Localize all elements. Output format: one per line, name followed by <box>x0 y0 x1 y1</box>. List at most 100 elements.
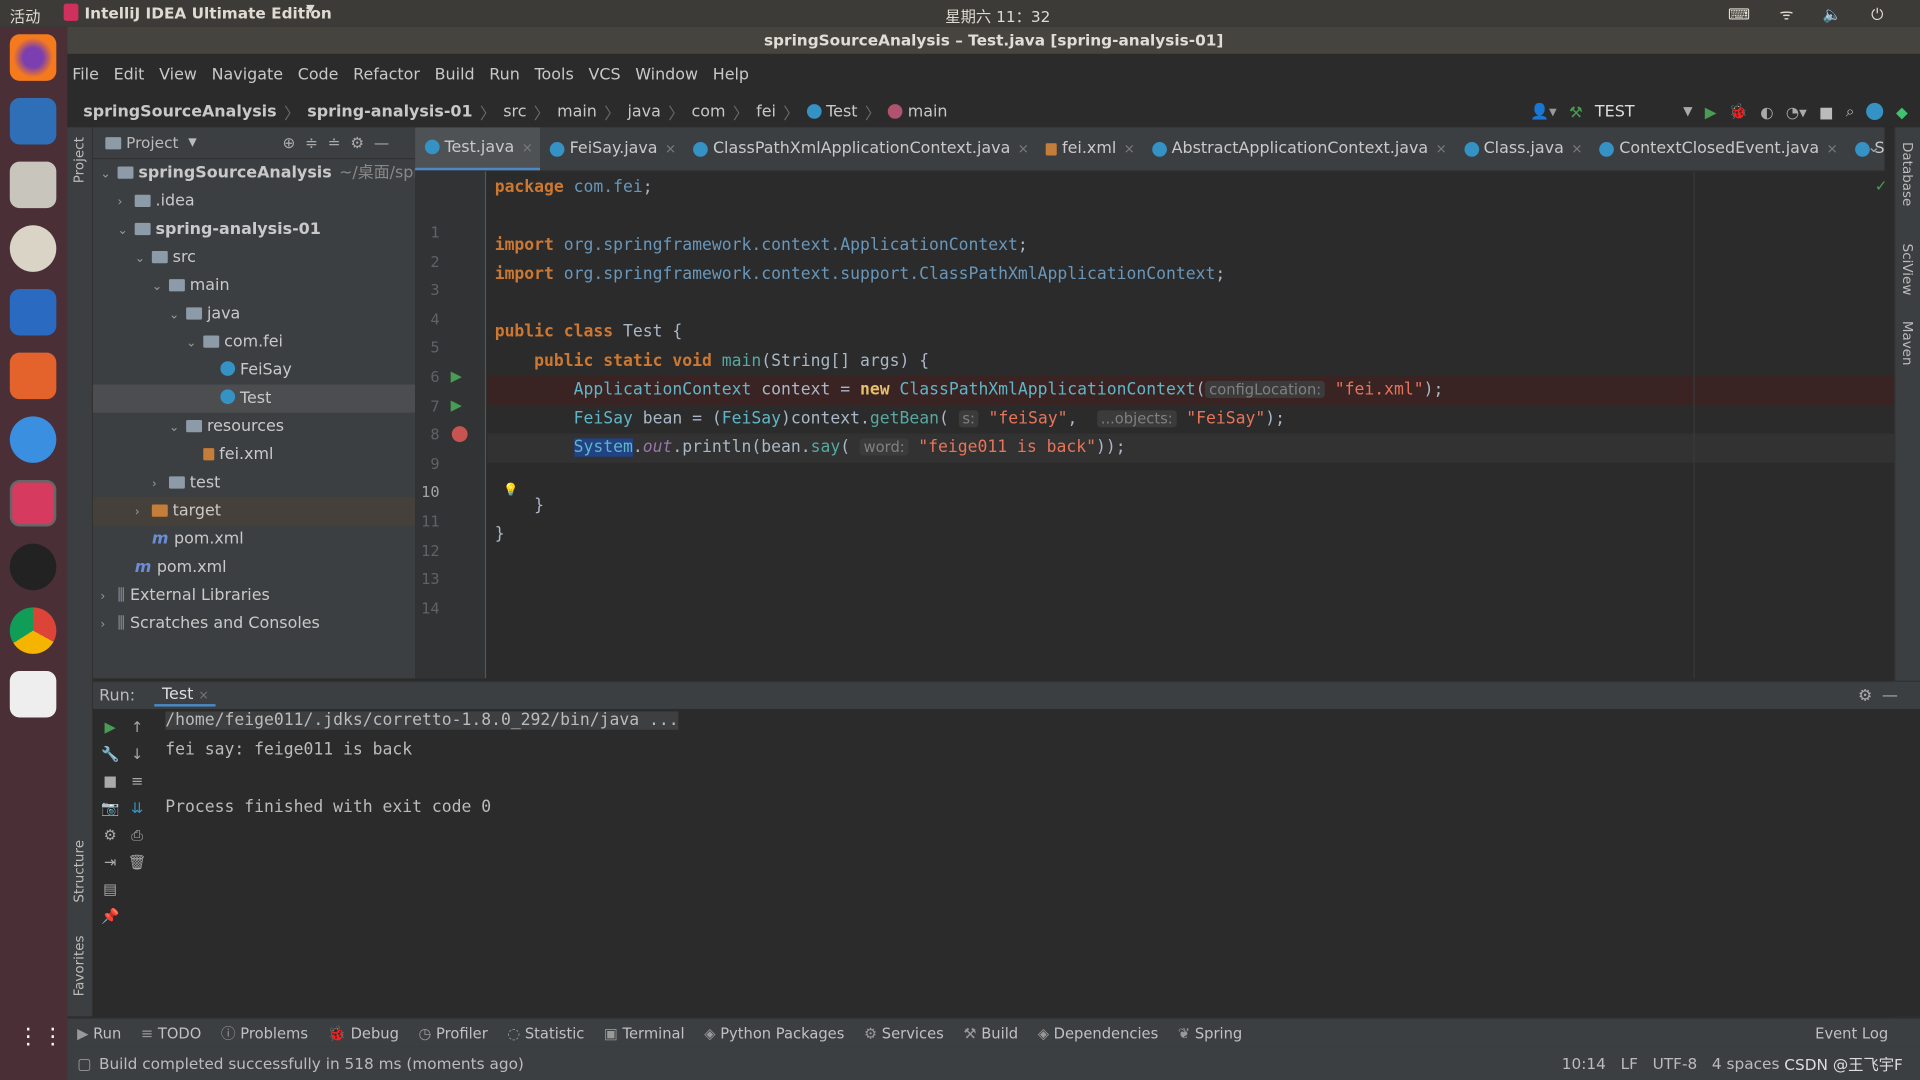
tool-tab-todo[interactable]: ≡ TODO <box>141 1024 201 1041</box>
intellij-dock-icon[interactable] <box>9 480 57 527</box>
activities-button[interactable]: 活动 <box>10 4 41 27</box>
caret-position[interactable]: 10:14 <box>1562 1054 1606 1072</box>
chevron-down-icon[interactable]: ⌄ <box>152 273 169 301</box>
close-icon[interactable]: × <box>1124 141 1135 157</box>
menu-tools[interactable]: Tools <box>535 66 574 84</box>
event-log-button[interactable]: Event Log <box>1815 1024 1888 1041</box>
chevron-down-icon[interactable]: ⌄ <box>169 414 186 442</box>
code-line[interactable] <box>487 203 1920 232</box>
menu-window[interactable]: Window <box>635 66 698 84</box>
tree-item-springsourceanalysis[interactable]: ⌄ springSourceAnalysis ~/桌面/spring/sp <box>93 159 468 188</box>
tree-item-spring-analysis-01[interactable]: ⌄ spring-analysis-01 <box>93 216 415 244</box>
tree-item-target[interactable]: › target <box>93 497 416 526</box>
debug-icon[interactable]: 🐞 <box>1729 102 1748 122</box>
plugin-icon[interactable]: ◆ <box>1896 102 1908 120</box>
code-line[interactable]: ApplicationContext context = new ClassPa… <box>487 376 1920 406</box>
chevron-down-icon[interactable]: ▼ <box>188 137 196 149</box>
menu-view[interactable]: View <box>159 66 197 84</box>
close-icon[interactable]: × <box>522 139 533 155</box>
tab-test-java[interactable]: Test.java × <box>415 127 541 171</box>
build-hammer-icon[interactable]: ⚒ <box>1569 102 1583 120</box>
update-icon[interactable] <box>1866 102 1884 121</box>
chevron-down-icon[interactable]: ▼ <box>1683 105 1692 118</box>
tab-feisay-java[interactable]: FeiSay.java × <box>540 127 683 170</box>
system-tray-icons[interactable]: ⌨ ᯤ 🔈 ⏻ <box>1728 4 1896 25</box>
chevron-right-icon[interactable]: › <box>135 498 152 526</box>
breadcrumb-item[interactable]: Test <box>826 102 857 120</box>
chevron-right-icon[interactable]: › <box>118 189 135 217</box>
code-line[interactable]: import org.springframework.context.Appli… <box>487 232 1920 261</box>
writer-icon[interactable] <box>9 288 57 336</box>
code-line[interactable] <box>487 463 1920 492</box>
sciview-tool-button[interactable]: SciView <box>1899 244 1915 296</box>
typora-icon[interactable] <box>9 671 57 718</box>
menu-file[interactable]: File <box>72 66 99 84</box>
chevron-right-icon[interactable]: › <box>100 583 117 611</box>
software-center-icon[interactable] <box>9 352 57 400</box>
menu-edit[interactable]: Edit <box>114 66 145 84</box>
menu-run[interactable]: Run <box>489 66 520 84</box>
tabs-overflow-icon[interactable]: ⌄ <box>1867 137 1880 155</box>
tree-item-fei-xml[interactable]: fei.xml <box>93 441 415 469</box>
run-panel-actions[interactable]: ⚙— <box>1858 686 1908 704</box>
encoding[interactable]: UTF-8 <box>1653 1054 1698 1072</box>
code-line[interactable]: FeiSay bean = (FeiSay)context.getBean( s… <box>487 405 1920 434</box>
tree-item-test[interactable]: Test <box>93 384 416 413</box>
tool-tab-spring[interactable]: ❦ Spring <box>1178 1024 1242 1041</box>
close-icon[interactable]: × <box>1018 141 1029 157</box>
tool-tab-profiler[interactable]: ◷ Profiler <box>419 1024 488 1041</box>
tree-item--idea[interactable]: › .idea <box>93 187 415 215</box>
tree-item-pom-xml[interactable]: m pom.xml <box>93 525 415 553</box>
chevron-down-icon[interactable]: ⌄ <box>135 245 152 273</box>
project-view-select[interactable]: Project <box>126 133 178 151</box>
breadcrumb-item[interactable]: src <box>503 102 526 120</box>
code-line[interactable]: } <box>487 492 1920 521</box>
line-separator[interactable]: LF <box>1621 1054 1638 1072</box>
indent[interactable]: 4 spaces <box>1712 1054 1779 1072</box>
rhythmbox-icon[interactable] <box>9 225 57 272</box>
chevron-down-icon[interactable]: ⌄ <box>186 329 203 357</box>
tree-item-java[interactable]: ⌄ java <box>93 300 415 328</box>
run-icon[interactable]: ▶ <box>1705 102 1717 120</box>
tool-tab-debug[interactable]: 🐞 Debug <box>328 1024 399 1041</box>
breadcrumb-item[interactable]: com <box>691 102 725 120</box>
tool-tab-dependencies[interactable]: ◈ Dependencies <box>1038 1024 1159 1041</box>
search-icon[interactable]: ⌕ <box>1846 102 1855 122</box>
coverage-icon[interactable]: ◐ <box>1760 102 1773 120</box>
menu-help[interactable]: Help <box>713 66 749 84</box>
tree-item-test[interactable]: › test <box>93 469 415 497</box>
breadcrumb-item[interactable]: java <box>627 102 660 120</box>
run-gutter-icon[interactable]: ▶ <box>451 395 462 415</box>
code-line[interactable]: } <box>487 521 1920 550</box>
tree-item-feisay[interactable]: FeiSay <box>93 356 415 384</box>
files-icon[interactable] <box>9 161 57 209</box>
profiler-icon[interactable]: ◔▾ <box>1786 102 1807 120</box>
menu-build[interactable]: Build <box>435 66 475 84</box>
run-gutter-icon[interactable]: ▶ <box>451 366 462 386</box>
code-line[interactable] <box>487 550 1920 579</box>
close-icon[interactable]: × <box>1571 141 1582 157</box>
tree-item-com-fei[interactable]: ⌄ com.fei <box>93 328 415 356</box>
code-line[interactable]: import org.springframework.context.suppo… <box>487 261 1920 290</box>
tool-tab-terminal[interactable]: ▣ Terminal <box>604 1024 685 1041</box>
tree-item-src[interactable]: ⌄ src <box>93 244 415 272</box>
panel-actions[interactable]: ⊕≑≐⚙— <box>282 133 398 151</box>
tree-item-main[interactable]: ⌄ main <box>93 272 415 300</box>
code-line[interactable]: System.out.println(bean.say( word: "feig… <box>487 433 1920 463</box>
user-icon[interactable]: 👤▾ <box>1530 102 1557 122</box>
tool-tab-run[interactable]: ▶ Run <box>77 1024 121 1041</box>
close-icon[interactable]: × <box>1436 141 1447 157</box>
tab-abstractapplicationcontext-java[interactable]: AbstractApplicationContext.java × <box>1142 127 1454 170</box>
qq-icon[interactable] <box>9 543 57 591</box>
favorites-tool-button[interactable]: Favorites <box>71 936 87 997</box>
chevron-down-icon[interactable]: ⌄ <box>100 160 117 188</box>
breadcrumb-item[interactable]: fei <box>756 102 776 120</box>
close-icon[interactable]: × <box>1826 141 1837 157</box>
tool-tab-build[interactable]: ⚒ Build <box>963 1024 1018 1041</box>
status-message[interactable]: Build completed successfully in 518 ms (… <box>99 1054 524 1072</box>
chrome-icon[interactable] <box>9 607 57 654</box>
breadcrumb-item[interactable]: springSourceAnalysis <box>83 102 276 120</box>
chevron-down-icon[interactable]: ⌄ <box>169 301 186 329</box>
tree-item-external-libraries[interactable]: › ⫼ External Libraries <box>93 582 415 610</box>
code-line[interactable]: package com.fei; <box>487 174 1920 203</box>
